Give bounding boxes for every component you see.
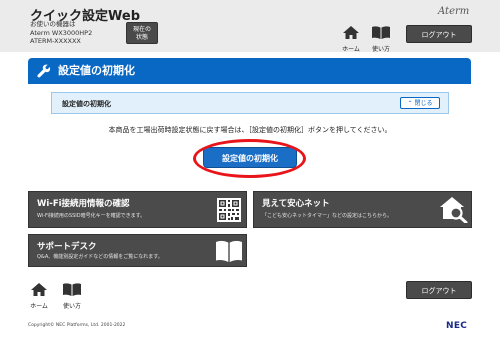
help-label: 使い方: [62, 303, 81, 310]
footer-help-button[interactable]: 使い方: [58, 281, 86, 310]
tile-description: Q&A、機能別設定ガイドなどの情報をご覧になれます。: [37, 254, 163, 260]
factory-reset-button[interactable]: 設定値の初期化: [203, 147, 297, 168]
home-icon: [31, 283, 47, 296]
chevron-up-icon: ⌃: [407, 100, 413, 107]
nec-logo: NEC: [446, 321, 468, 331]
panel-title: 設定値の初期化: [62, 100, 111, 108]
home-label: ホーム: [30, 303, 48, 310]
home-icon: [343, 26, 359, 39]
instruction-text: 本商品を工場出荷時設定状態に戻す場合は、［設定値の初期化］ボタンを押してください…: [108, 126, 392, 134]
section-title-bar: 設定値の初期化: [28, 58, 471, 84]
tile-description: 「こども安心ネットタイマー」などの設定はこちらから。: [262, 213, 393, 219]
open-book-icon: [216, 240, 242, 262]
home-label: ホーム: [342, 46, 360, 53]
wrench-icon: [37, 64, 51, 78]
footer-home-button[interactable]: ホーム: [25, 281, 53, 310]
support-desk-tile[interactable]: サポートデスク Q&A、機能別設定ガイドなどの情報をご覧になれます。: [28, 234, 247, 267]
section-title: 設定値の初期化: [58, 64, 135, 77]
aterm-logo: Aterm: [438, 6, 470, 17]
tile-title: サポートデスク: [37, 242, 97, 252]
copyright-text: Copyright© NEC Platforms, Ltd. 2001-2022: [28, 323, 126, 328]
settings-panel-header: 設定値の初期化 ⌃ 閉じる: [51, 92, 449, 114]
house-search-icon: [440, 197, 468, 223]
status-button-line-1: 現在の: [132, 26, 151, 33]
book-icon: [372, 26, 390, 39]
device-name: ATERM-XXXXXX: [30, 37, 81, 45]
header-bar: クイック設定Web お使いの機器は Aterm WX3000HP2 ATERM-…: [0, 0, 500, 53]
tile-title: Wi-Fi接続用情報の確認: [37, 199, 130, 209]
tile-description: Wi-Fi接続用のSSID暗号化キーを確認できます。: [37, 213, 146, 219]
collapse-label: 閉じる: [414, 100, 433, 107]
logout-button[interactable]: ログアウト: [406, 25, 472, 43]
tile-title: 見えて安心ネット: [262, 199, 330, 209]
collapse-button[interactable]: ⌃ 閉じる: [400, 97, 440, 109]
device-model: Aterm WX3000HP2: [30, 28, 93, 37]
footer-logout-button[interactable]: ログアウト: [406, 281, 472, 299]
current-status-button[interactable]: 現在の 状態: [126, 22, 158, 44]
home-nav-button[interactable]: ホーム: [338, 24, 364, 53]
help-label: 使い方: [371, 46, 390, 53]
wifi-info-tile[interactable]: Wi-Fi接続用情報の確認 Wi-Fi接続用のSSID暗号化キーを確認できます。: [28, 191, 247, 228]
mieru-anshin-net-tile[interactable]: 見えて安心ネット 「こども安心ネットタイマー」などの設定はこちらから。: [253, 191, 472, 228]
status-button-line-2: 状態: [135, 34, 148, 41]
qr-code-icon: [217, 198, 241, 222]
help-nav-button[interactable]: 使い方: [368, 24, 394, 53]
book-icon: [63, 283, 81, 296]
device-info-line: お使いの機器は: [30, 20, 76, 28]
device-info: お使いの機器は Aterm WX3000HP2 ATERM-XXXXXX: [30, 20, 92, 46]
